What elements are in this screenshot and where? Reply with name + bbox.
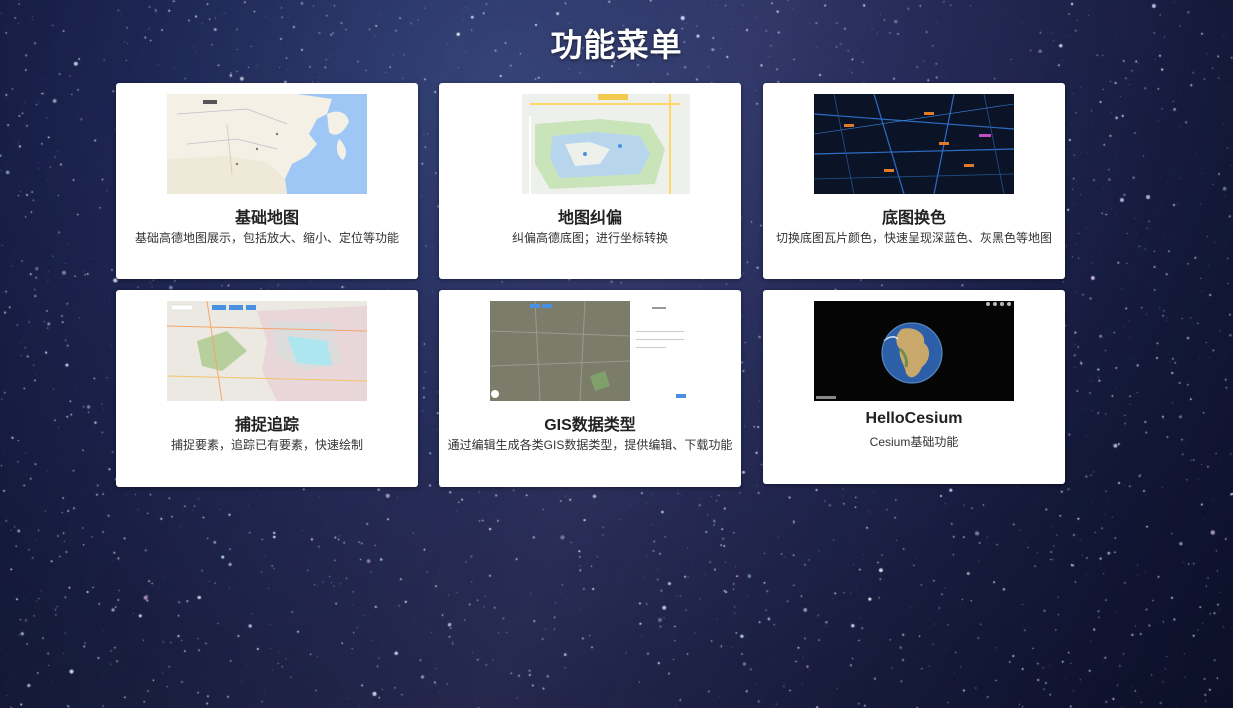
china-map-thumbnail [167, 94, 367, 194]
card-title: 捕捉追踪 [234, 417, 299, 434]
card-map-correction[interactable]: 地图纠偏 纠偏高德底图；进行坐标转换 [439, 83, 741, 279]
card-description: 捕捉要素，追踪已有要素，快速绘制 [170, 438, 363, 452]
card-title: 底图换色 [881, 210, 946, 227]
globe-thumbnail [814, 301, 1014, 401]
card-title: 地图纠偏 [557, 210, 622, 227]
dark-map-thumbnail [814, 94, 1014, 194]
park-map-thumbnail [490, 94, 690, 194]
card-title: GIS数据类型 [544, 417, 636, 434]
card-basemap-color[interactable]: 底图换色 切换底图瓦片颜色，快速呈现深蓝色、灰黑色等地图 [763, 83, 1065, 279]
card-description: 通过编辑生成各类GIS数据类型，提供编辑、下载功能 [447, 438, 733, 452]
card-gis-data-types[interactable]: GIS数据类型 通过编辑生成各类GIS数据类型，提供编辑、下载功能 [439, 290, 741, 487]
card-description: 纠偏高德底图；进行坐标转换 [511, 231, 668, 245]
card-snap-trace[interactable]: 捕捉追踪 捕捉要素，追踪已有要素，快速绘制 [116, 290, 418, 487]
card-description: 切换底图瓦片颜色，快速呈现深蓝色、灰黑色等地图 [775, 231, 1052, 245]
card-description: Cesium基础功能 [869, 435, 959, 449]
card-hello-cesium[interactable]: HelloCesium Cesium基础功能 [763, 290, 1065, 484]
page-title: 功能菜单 [550, 27, 683, 63]
card-description: 基础高德地图展示，包括放大、缩小、定位等功能 [134, 231, 399, 245]
card-title: HelloCesium [865, 410, 963, 427]
region-map-thumbnail [167, 301, 367, 401]
card-title: 基础地图 [234, 210, 299, 227]
card-basic-map[interactable]: 基础地图 基础高德地图展示，包括放大、缩小、定位等功能 [116, 83, 418, 279]
satellite-editor-thumbnail [490, 301, 690, 401]
